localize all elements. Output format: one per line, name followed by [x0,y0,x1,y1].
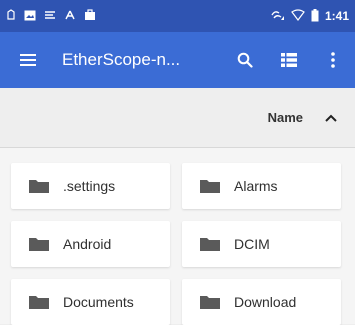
sort-direction-button[interactable] [325,114,337,122]
status-bar: 1:41 [0,0,355,32]
folder-item[interactable]: Download [182,279,341,325]
folder-icon [200,180,220,193]
signal-strength-icon [271,9,285,23]
folder-name: Android [63,236,112,252]
folder-name: Documents [63,294,134,310]
folder-name: Alarms [234,178,278,194]
folder-title: EtherScope-n... [62,50,181,69]
chevron-up-icon [325,114,337,122]
folder-item[interactable]: DCIM [182,221,341,267]
status-time: 1:41 [324,9,349,23]
more-vert-icon [331,52,335,68]
list-view-button[interactable] [267,32,311,88]
file-grid: .settings Alarms Android DCIM Documents … [0,148,355,325]
search-button[interactable] [223,32,267,88]
folder-item[interactable]: Alarms [182,163,341,209]
battery-icon [311,8,319,24]
search-icon [237,52,253,68]
more-options-button[interactable] [311,32,355,88]
folder-item[interactable]: .settings [11,163,170,209]
folder-icon [200,296,220,309]
folder-icon [29,180,49,193]
notification-icon [6,9,16,23]
menu-button[interactable] [0,32,56,88]
signal-app-icon [44,9,56,23]
briefcase-icon [84,9,96,23]
wifi-icon [291,9,305,23]
sort-bar: Name [0,88,355,148]
folder-icon [29,296,49,309]
image-icon [24,10,36,23]
menu-icon [20,54,36,66]
folder-name: DCIM [234,236,270,252]
sort-by-name[interactable]: Name [268,110,303,125]
folder-item[interactable]: Documents [11,279,170,325]
folder-name: .settings [63,178,116,194]
app-bar: EtherScope-n... [0,32,355,88]
folder-icon [200,238,220,251]
vpn-icon [64,9,76,23]
folder-name: Download [234,294,297,310]
list-view-icon [281,53,297,67]
folder-item[interactable]: Android [11,221,170,267]
folder-icon [29,238,49,251]
